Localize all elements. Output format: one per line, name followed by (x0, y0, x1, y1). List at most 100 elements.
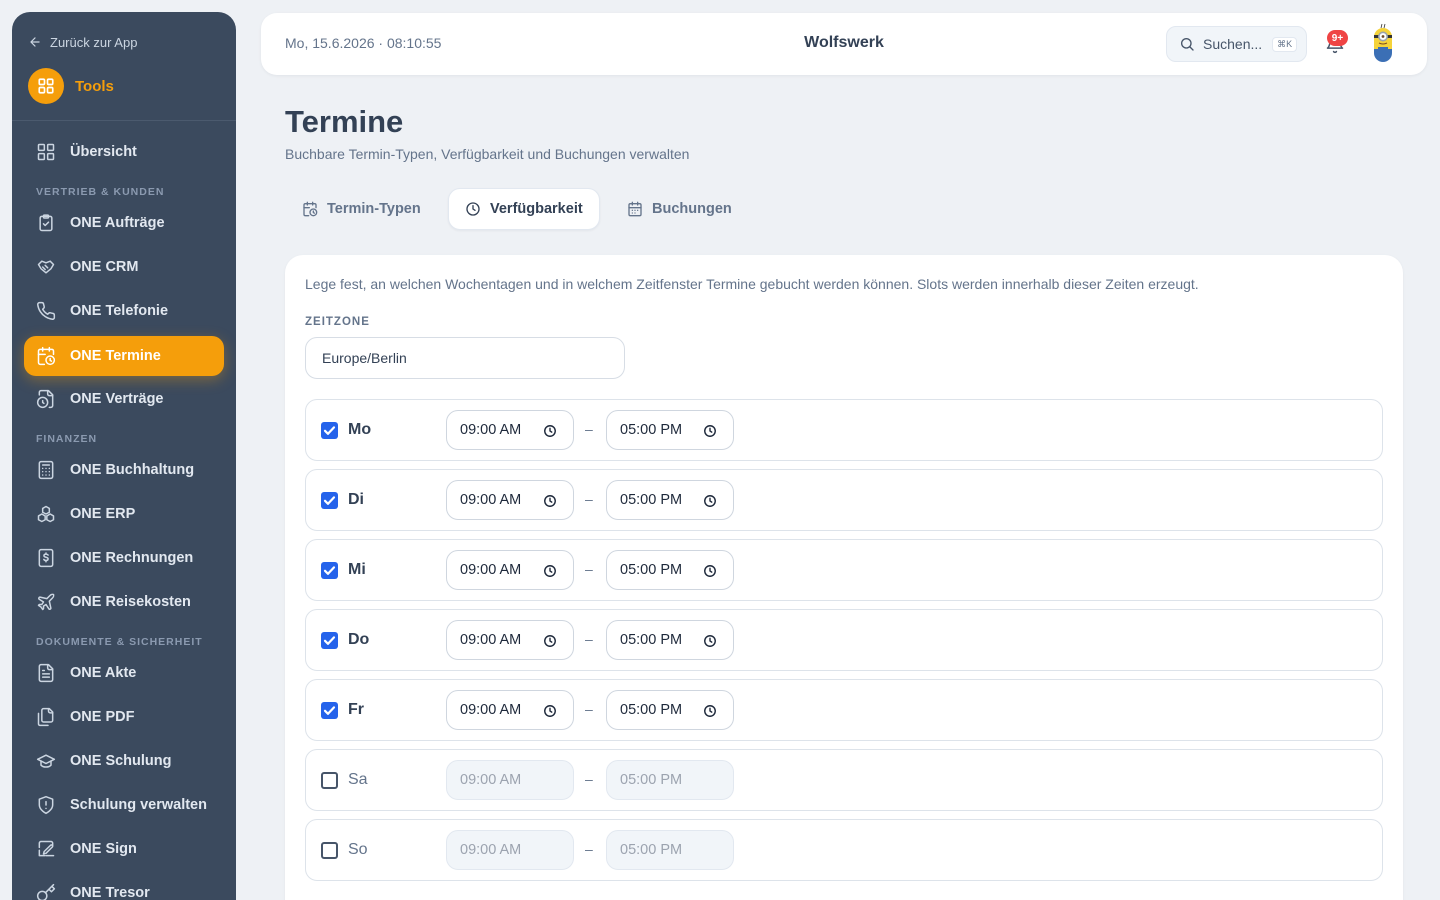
checkmark-icon (321, 562, 338, 579)
sidebar-item-buchhaltung[interactable]: ONE Buchhaltung (24, 450, 224, 490)
page-title: Termine (285, 104, 404, 139)
checkmark-icon (321, 492, 338, 509)
sidebar-item-akte[interactable]: ONE Akte (24, 653, 224, 693)
sidebar-item-label: ONE Schulung (70, 753, 172, 769)
start-time-input[interactable]: 09:00 AM (446, 690, 574, 730)
sidebar-item-label: ONE Rechnungen (70, 550, 194, 566)
sidebar-item-schulung[interactable]: ONE Schulung (24, 741, 224, 781)
day-enabled-checkbox[interactable] (321, 562, 338, 579)
back-to-app-link[interactable]: Zurück zur App (28, 32, 137, 52)
current-datetime: Mo, 15.6.2026 · 08:10:55 (285, 35, 442, 51)
sidebar-item-label: ONE PDF (70, 709, 135, 725)
day-enabled-checkbox[interactable] (321, 842, 338, 859)
start-time-input[interactable]: 09:00 AM (446, 550, 574, 590)
tab-buchungen[interactable]: Buchungen (611, 188, 748, 230)
timezone-input[interactable] (305, 337, 625, 379)
day-name: Mo (348, 421, 372, 438)
start-time-input[interactable]: 09:00 AM (446, 620, 574, 660)
top-bar: Mo, 15.6.2026 · 08:10:55 Wolfswerk Suche… (261, 13, 1427, 75)
sidebar-item-auftraege[interactable]: ONE Aufträge (24, 203, 224, 243)
clock-icon (543, 704, 557, 718)
start-time-value: 09:00 AM (460, 772, 522, 788)
sidebar-item-overview[interactable]: Übersicht (24, 132, 224, 172)
signature-icon (36, 839, 56, 859)
sidebar-item-sign[interactable]: ONE Sign (24, 829, 224, 869)
calendar-icon (627, 201, 643, 217)
sidebar-item-rechnungen[interactable]: ONE Rechnungen (24, 538, 224, 578)
start-time-value: 09:00 AM (460, 562, 522, 578)
tools-label: Tools (75, 77, 114, 95)
sidebar-section-finance: Finanzen (36, 433, 98, 445)
end-time-input: 05:00 PM (606, 760, 734, 800)
sidebar-item-pdf[interactable]: ONE PDF (24, 697, 224, 737)
checkmark-icon (321, 422, 338, 439)
end-time-input[interactable]: 05:00 PM (606, 620, 734, 660)
day-enabled-checkbox[interactable] (321, 422, 338, 439)
layout-grid-icon (36, 142, 56, 162)
clock-icon (703, 634, 717, 648)
clock-icon (543, 494, 557, 508)
timezone-label: ZEITZONE (305, 316, 370, 328)
start-time-input[interactable]: 09:00 AM (446, 480, 574, 520)
sidebar-item-label: Übersicht (70, 144, 137, 160)
sidebar-divider (12, 120, 236, 121)
time-range-separator: – (585, 491, 593, 507)
checkmark-icon (321, 702, 338, 719)
sidebar-item-termine[interactable]: ONE Termine (24, 336, 224, 376)
start-time-input[interactable]: 09:00 AM (446, 410, 574, 450)
avatar[interactable] (1369, 22, 1397, 66)
sidebar-item-label: ONE Tresor (70, 885, 150, 900)
graduation-cap-icon (36, 751, 56, 771)
day-row-mo: Mo 09:00 AM – 05:00 PM (305, 399, 1383, 461)
tools-header[interactable]: Tools (28, 68, 114, 104)
tab-label: Buchungen (652, 201, 732, 217)
receipt-dollar-icon (36, 548, 56, 568)
tab-verfuegbarkeit[interactable]: Verfügbarkeit (448, 188, 600, 230)
time-range-separator: – (585, 841, 593, 857)
handshake-icon (36, 257, 56, 277)
day-name: Sa (348, 771, 368, 788)
file-clock-icon (36, 389, 56, 409)
sidebar-item-label: ONE Verträge (70, 391, 164, 407)
search-shortcut-hint: ⌘K (1272, 36, 1298, 52)
page-subtitle: Buchbare Termin-Typen, Verfügbarkeit und… (285, 146, 690, 162)
sidebar: Zurück zur App Tools Übersicht Vertrieb … (12, 12, 236, 900)
plane-icon (36, 592, 56, 612)
end-time-input[interactable]: 05:00 PM (606, 690, 734, 730)
day-enabled-checkbox[interactable] (321, 772, 338, 789)
day-name: Di (348, 491, 364, 508)
day-name: So (348, 841, 368, 858)
sidebar-item-label: ONE Aufträge (70, 215, 165, 231)
end-time-value: 05:00 PM (620, 492, 683, 508)
end-time-input[interactable]: 05:00 PM (606, 550, 734, 590)
end-time-input[interactable]: 05:00 PM (606, 480, 734, 520)
sidebar-item-vertraege[interactable]: ONE Verträge (24, 379, 224, 419)
sidebar-item-reisekosten[interactable]: ONE Reisekosten (24, 582, 224, 622)
sidebar-item-schulung-verwalten[interactable]: Schulung verwalten (24, 785, 224, 825)
clock-icon (703, 424, 717, 438)
sidebar-item-crm[interactable]: ONE CRM (24, 247, 224, 287)
end-time-input: 05:00 PM (606, 830, 734, 870)
day-row-sa: Sa 09:00 AM – 05:00 PM (305, 749, 1383, 811)
key-icon (36, 883, 56, 900)
sidebar-item-label: ONE Buchhaltung (70, 462, 195, 478)
arrow-left-icon (28, 35, 42, 49)
tab-termin-typen[interactable]: Termin-Typen (286, 188, 437, 230)
calendar-clock-icon (36, 346, 56, 366)
sidebar-section-docs: Dokumente & Sicherheit (36, 636, 203, 648)
time-range-separator: – (585, 771, 593, 787)
sidebar-item-erp[interactable]: ONE ERP (24, 494, 224, 534)
end-time-input[interactable]: 05:00 PM (606, 410, 734, 450)
sidebar-item-tresor[interactable]: ONE Tresor (24, 873, 224, 900)
clock-icon (543, 634, 557, 648)
availability-intro: Lege fest, an welchen Wochentagen und in… (305, 276, 1199, 292)
day-name: Do (348, 631, 370, 648)
day-enabled-checkbox[interactable] (321, 492, 338, 509)
day-row-fr: Fr 09:00 AM – 05:00 PM (305, 679, 1383, 741)
time-range-separator: – (585, 701, 593, 717)
day-enabled-checkbox[interactable] (321, 632, 338, 649)
day-enabled-checkbox[interactable] (321, 702, 338, 719)
sidebar-item-telefonie[interactable]: ONE Telefonie (24, 291, 224, 331)
search-input[interactable]: Suchen... ⌘K (1166, 26, 1307, 62)
clipboard-check-icon (36, 213, 56, 233)
